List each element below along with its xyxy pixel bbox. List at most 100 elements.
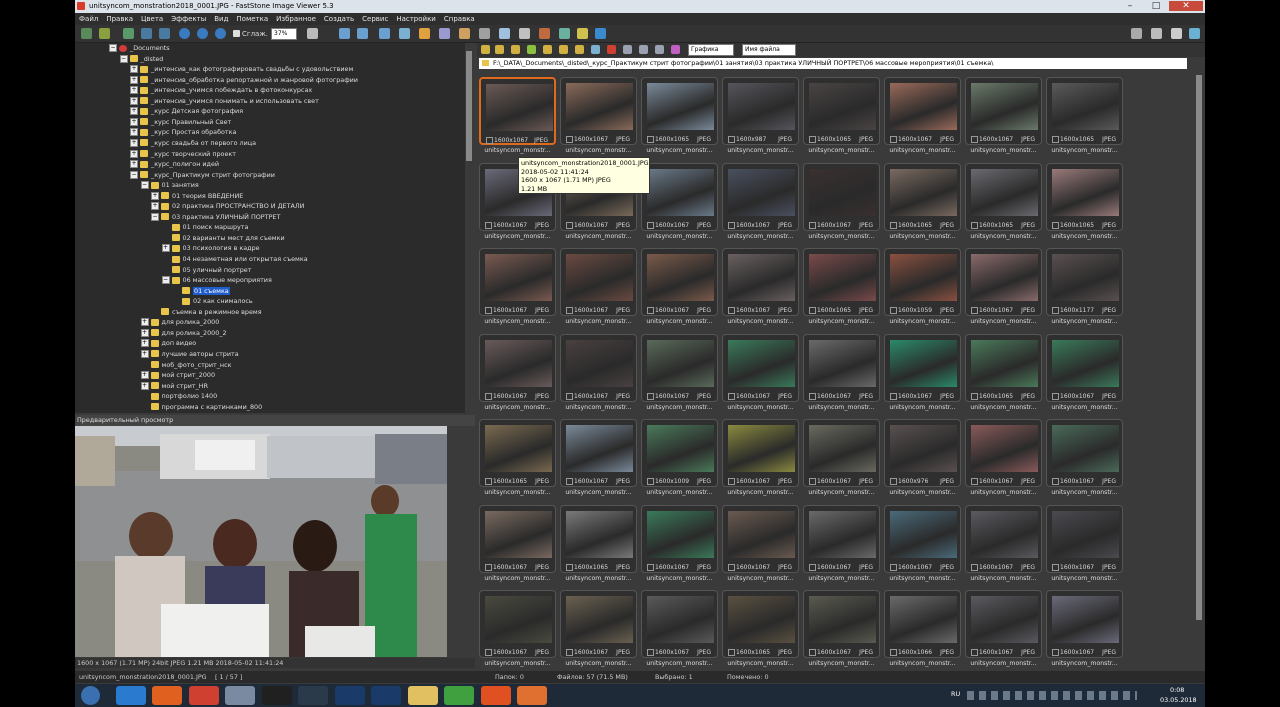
rotate-left-icon[interactable] xyxy=(339,28,350,39)
tree-item[interactable]: − 06 массовые мероприятия xyxy=(161,275,272,285)
expand-toggle-icon[interactable]: + xyxy=(130,75,138,84)
rotate-right-icon[interactable] xyxy=(357,28,368,39)
thumbnail-checkbox[interactable] xyxy=(809,649,816,656)
expand-toggle-icon[interactable]: + xyxy=(130,96,138,105)
up-folder-icon[interactable] xyxy=(511,45,520,54)
thumbnail-checkbox[interactable] xyxy=(809,307,816,314)
effects-icon[interactable] xyxy=(439,28,450,39)
browser-scrollbar[interactable] xyxy=(1195,73,1203,668)
thumbnail-checkbox[interactable] xyxy=(890,478,897,485)
thumbnail[interactable]: 1600x1067 JPEG unitsyncom_monstr... xyxy=(560,333,637,416)
tree-item[interactable]: 01 поиск маршрута xyxy=(162,222,248,232)
menu-colors[interactable]: Цвета xyxy=(137,13,167,25)
thumbnail[interactable]: 1600x1067 JPEG unitsyncom_monstr... xyxy=(641,590,718,668)
new-folder-icon[interactable] xyxy=(543,45,552,54)
expand-toggle-icon[interactable]: − xyxy=(109,44,117,52)
expand-toggle-icon[interactable]: + xyxy=(140,349,149,358)
thumbnail-checkbox[interactable] xyxy=(566,136,573,143)
menu-file[interactable]: Файл xyxy=(75,13,102,25)
thumbnail-checkbox[interactable] xyxy=(1052,136,1059,143)
thumbnail-checkbox[interactable] xyxy=(647,478,654,485)
thumbnail-checkbox[interactable] xyxy=(971,221,978,229)
menu-effects[interactable]: Эффекты xyxy=(167,13,210,25)
thumbnail[interactable]: 1600x1065 JPEG unitsyncom_monstr... xyxy=(641,77,718,159)
thumbnail-checkbox[interactable] xyxy=(890,649,897,656)
acquire-icon[interactable] xyxy=(99,28,110,39)
thumbnail[interactable]: 1600x1065 JPEG unitsyncom_monstr... xyxy=(803,77,880,159)
tree-item[interactable]: 05 уличный портрет xyxy=(162,265,251,275)
thumbnail-checkbox[interactable] xyxy=(971,136,978,143)
expand-toggle-icon[interactable]: − xyxy=(161,276,170,285)
prev-icon[interactable] xyxy=(141,28,152,39)
delete-icon[interactable] xyxy=(607,45,616,54)
tree-scrollbar[interactable] xyxy=(465,43,473,413)
thumbnail-checkbox[interactable] xyxy=(971,563,978,571)
thumbnail-checkbox[interactable] xyxy=(485,392,492,400)
settings-icon[interactable] xyxy=(1189,28,1200,39)
expand-toggle-icon[interactable]: + xyxy=(130,128,138,137)
thumbnail[interactable]: 1600x1059 JPEG unitsyncom_monstr... xyxy=(884,248,961,330)
address-bar[interactable]: F:\_DATA\_Documents\_disted\_курс_Практи… xyxy=(479,58,1187,69)
language-indicator[interactable]: RU xyxy=(951,690,960,698)
expand-toggle-icon[interactable]: + xyxy=(140,381,149,390)
thumbnail-checkbox[interactable] xyxy=(566,649,573,656)
thumbnail-checkbox[interactable] xyxy=(728,563,735,571)
view-details-icon[interactable] xyxy=(655,45,664,54)
thumbnail-checkbox[interactable] xyxy=(485,478,492,485)
thumbnail[interactable]: 1600x1065 JPEG unitsyncom_monstr... xyxy=(722,590,799,668)
tree-item[interactable]: 01 съемка xyxy=(172,286,230,296)
thumbnail-checkbox[interactable] xyxy=(1052,478,1059,485)
thumbnail-checkbox[interactable] xyxy=(647,221,654,229)
expand-toggle-icon[interactable]: − xyxy=(119,54,128,63)
thumbnail[interactable]: 1600x1067 JPEG unitsyncom_monstr... xyxy=(722,248,799,330)
thumbnail-checkbox[interactable] xyxy=(890,392,897,400)
expand-toggle-icon[interactable]: + xyxy=(140,318,149,327)
tree-item[interactable]: + _курс творческий проект xyxy=(130,149,236,159)
minimize-button[interactable]: – xyxy=(1117,1,1143,11)
folder-icon[interactable] xyxy=(577,28,588,39)
thumbnail-checkbox[interactable] xyxy=(647,649,654,656)
thumbnail[interactable]: 1600x1067 JPEG unitsyncom_monstr... xyxy=(560,419,637,501)
slideshow-icon[interactable] xyxy=(459,28,470,39)
tree-item[interactable]: моб_фото_стрит_нск xyxy=(141,360,232,370)
thumbnail-checkbox[interactable] xyxy=(485,307,492,314)
thumbnail[interactable]: 1600x1067 JPEG unitsyncom_monstr... xyxy=(884,333,961,416)
thumbnail-checkbox[interactable] xyxy=(566,221,573,229)
thumbnail-checkbox[interactable] xyxy=(809,221,816,229)
thumbnail-checkbox[interactable] xyxy=(566,307,573,314)
thumbnail[interactable]: 1600x1065 JPEG unitsyncom_monstr... xyxy=(560,504,637,587)
thumbnail[interactable]: 1600x987 JPEG unitsyncom_monstr... xyxy=(722,77,799,159)
thumbnail-checkbox[interactable] xyxy=(728,649,735,656)
menu-edit[interactable]: Правка xyxy=(102,13,137,25)
thumbnail[interactable]: 1600x1067 JPEG unitsyncom_monstr... xyxy=(560,590,637,668)
thumbnail-checkbox[interactable] xyxy=(890,563,897,571)
expand-toggle-icon[interactable]: + xyxy=(130,86,138,95)
actual-size-icon[interactable] xyxy=(215,28,226,39)
back-icon[interactable] xyxy=(481,45,490,54)
expand-toggle-icon[interactable]: − xyxy=(140,181,149,190)
email-icon[interactable] xyxy=(499,28,510,39)
expand-toggle-icon[interactable]: + xyxy=(140,339,149,348)
layout-1-icon[interactable] xyxy=(1131,28,1142,39)
thumbnail[interactable]: 1600x1067 JPEG unitsyncom_monstr... xyxy=(965,419,1042,501)
thumbnail-checkbox[interactable] xyxy=(485,221,492,229)
resize-icon[interactable] xyxy=(399,28,410,39)
thumbnail[interactable]: 1600x1065 JPEG unitsyncom_monstr... xyxy=(884,162,961,245)
expand-toggle-icon[interactable]: − xyxy=(130,170,138,179)
thumbnail[interactable]: 1600x1065 JPEG unitsyncom_monstr... xyxy=(965,333,1042,416)
thumbnail-checkbox[interactable] xyxy=(728,221,735,229)
thumbnail[interactable]: 1600x1065 JPEG unitsyncom_monstr... xyxy=(1046,162,1123,245)
thumbnail-checkbox[interactable] xyxy=(566,392,573,400)
thumbnail-checkbox[interactable] xyxy=(971,392,978,400)
tree-item[interactable]: − 01 занятия xyxy=(140,180,199,190)
taskbar-nx-icon[interactable] xyxy=(261,686,292,705)
thumbnail[interactable]: 1600x1067 JPEG unitsyncom_monstr... xyxy=(803,162,880,245)
thumbnail-checkbox[interactable] xyxy=(809,563,816,571)
taskbar-explorer-icon[interactable] xyxy=(407,686,438,705)
taskbar-firefox-icon[interactable] xyxy=(152,686,182,705)
tree-item[interactable]: +01 теория ВВЕДЕНИЕ xyxy=(151,191,243,201)
wallpaper-icon[interactable] xyxy=(539,28,550,39)
crop-icon[interactable] xyxy=(379,28,390,39)
thumbnail[interactable]: 1600x1067 JPEG unitsyncom_monstr... xyxy=(641,162,718,245)
thumbnail-checkbox[interactable] xyxy=(486,137,493,144)
